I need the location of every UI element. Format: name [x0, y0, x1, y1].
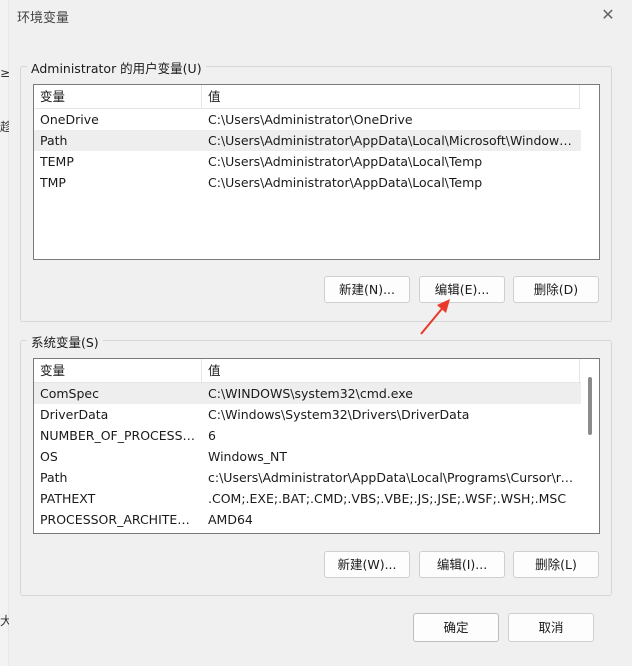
system-variables-list[interactable]: 变量 值 ComSpec C:\WINDOWS\system32\cmd.exe D…	[33, 358, 600, 534]
window-title: 环境变量	[17, 11, 70, 26]
variable-value-cell: AMD64	[208, 512, 253, 527]
user-variables-list[interactable]: 变量 值 OneDrive C:\Users\Administrator\OneD…	[33, 84, 600, 260]
scrollbar-thumb[interactable]	[588, 377, 592, 435]
user-new-button[interactable]: 新建(N)...	[324, 276, 410, 303]
table-row[interactable]: NUMBER_OF_PROCESSORS 6	[34, 425, 581, 446]
system-edit-button[interactable]: 编辑(I)...	[419, 551, 505, 578]
variable-name-cell: ComSpec	[40, 386, 99, 401]
user-variables-label: Administrator 的用户变量(U)	[27, 58, 206, 77]
cancel-button[interactable]: 取消	[508, 613, 594, 642]
system-new-button[interactable]: 新建(W)...	[324, 551, 410, 578]
variable-value-cell: .COM;.EXE;.BAT;.CMD;.VBS;.VBE;.JS;.JSE;.…	[208, 491, 567, 506]
variable-value-cell: C:\Windows\System32\Drivers\DriverData	[208, 407, 470, 422]
column-header-value[interactable]: 值	[202, 359, 580, 382]
variable-name-cell: DriverData	[40, 407, 109, 422]
system-variables-rows: ComSpec C:\WINDOWS\system32\cmd.exe Driver…	[34, 383, 581, 530]
background-window-edge: ≥ 趁 大	[0, 0, 12, 666]
variable-value-cell: 6	[208, 428, 216, 443]
table-row[interactable]: Path c:\Users\Administrator\AppData\Local…	[34, 467, 581, 488]
close-icon[interactable]: ✕	[598, 5, 618, 25]
variable-name-cell: Path	[40, 470, 68, 485]
variable-name-cell: TMP	[40, 175, 66, 190]
variable-value-cell: c:\Users\Administrator\AppData\Local\Pro…	[208, 470, 578, 485]
table-row[interactable]: Path C:\Users\Administrator\AppData\Local…	[34, 130, 581, 151]
ok-button[interactable]: 确定	[413, 613, 499, 642]
variable-name-cell: Path	[40, 133, 68, 148]
title-bar[interactable]: 环境变量 ✕	[9, 0, 632, 30]
variable-name-cell: NUMBER_OF_PROCESSORS	[40, 428, 198, 443]
system-delete-button[interactable]: 删除(L)	[513, 551, 599, 578]
table-row[interactable]: TMP C:\Users\Administrator\AppData\Local\…	[34, 172, 581, 193]
table-row[interactable]: OS Windows_NT	[34, 446, 581, 467]
variable-name-cell: PATHEXT	[40, 491, 96, 506]
system-list-scrollbar[interactable]	[581, 359, 599, 533]
column-header-value[interactable]: 值	[202, 85, 580, 108]
variable-value-cell: C:\Users\Administrator\OneDrive	[208, 112, 413, 127]
variable-value-cell: C:\WINDOWS\system32\cmd.exe	[208, 386, 413, 401]
system-variables-label: 系统变量(S)	[27, 332, 103, 351]
table-row[interactable]: OneDrive C:\Users\Administrator\OneDrive	[34, 109, 581, 130]
variable-value-cell: C:\Users\Administrator\AppData\Local\Tem…	[208, 154, 483, 169]
column-header-variable[interactable]: 变量	[34, 359, 202, 382]
list-header: 变量 值	[34, 359, 581, 383]
user-variables-rows: OneDrive C:\Users\Administrator\OneDrive P…	[34, 109, 581, 193]
table-row[interactable]: DriverData C:\Windows\System32\Drivers\Dr…	[34, 404, 581, 425]
variable-name-cell: TEMP	[40, 154, 74, 169]
variable-value-cell: C:\Users\Administrator\AppData\Local\Tem…	[208, 175, 483, 190]
user-delete-button[interactable]: 删除(D)	[513, 276, 599, 303]
table-row[interactable]: ComSpec C:\WINDOWS\system32\cmd.exe	[34, 383, 581, 404]
user-edit-button[interactable]: 编辑(E)...	[419, 276, 505, 303]
variable-value-cell: Windows_NT	[208, 449, 288, 464]
column-header-variable[interactable]: 变量	[34, 85, 202, 108]
variable-value-cell: C:\Users\Administrator\AppData\Local\Mic…	[208, 133, 578, 148]
table-row[interactable]: PROCESSOR_ARCHITECT... AMD64	[34, 509, 581, 530]
variable-name-cell: OS	[40, 449, 58, 464]
variable-name-cell: PROCESSOR_ARCHITECT...	[40, 512, 198, 527]
environment-variables-dialog: 环境变量 ✕ Administrator 的用户变量(U) 变量 值 OneDr…	[9, 0, 632, 666]
table-row[interactable]: PATHEXT .COM;.EXE;.BAT;.CMD;.VBS;.VBE;.JS…	[34, 488, 581, 509]
list-header: 变量 值	[34, 85, 581, 109]
table-row[interactable]: TEMP C:\Users\Administrator\AppData\Local…	[34, 151, 581, 172]
variable-name-cell: OneDrive	[40, 112, 99, 127]
